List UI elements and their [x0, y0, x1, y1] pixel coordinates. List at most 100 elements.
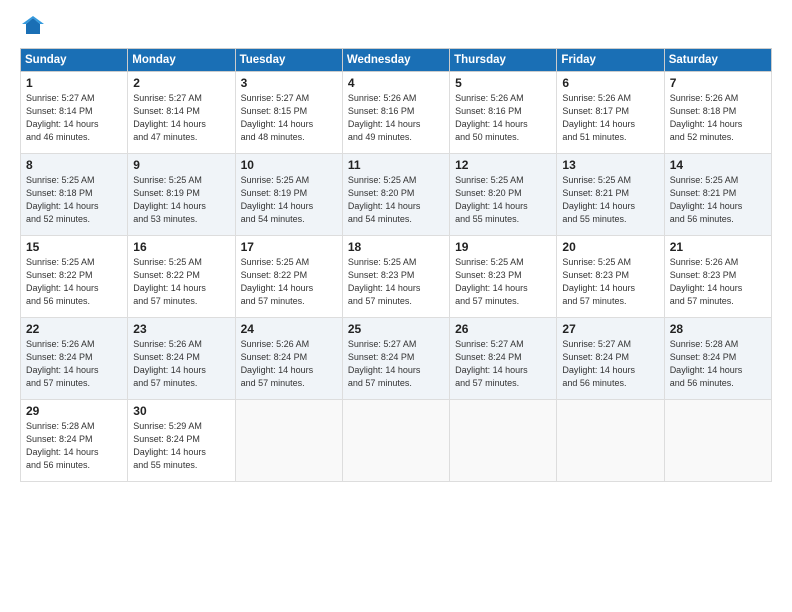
day-info: Sunrise: 5:27 AM Sunset: 8:15 PM Dayligh… — [241, 92, 337, 144]
day-info: Sunrise: 5:25 AM Sunset: 8:23 PM Dayligh… — [562, 256, 658, 308]
day-number: 2 — [133, 76, 229, 90]
day-number: 28 — [670, 322, 766, 336]
day-number: 30 — [133, 404, 229, 418]
day-info: Sunrise: 5:26 AM Sunset: 8:16 PM Dayligh… — [348, 92, 444, 144]
day-info: Sunrise: 5:25 AM Sunset: 8:22 PM Dayligh… — [133, 256, 229, 308]
day-number: 14 — [670, 158, 766, 172]
calendar-cell: 5 Sunrise: 5:26 AM Sunset: 8:16 PM Daylig… — [450, 72, 557, 154]
calendar-cell: 18 Sunrise: 5:25 AM Sunset: 8:23 PM Dayli… — [342, 236, 449, 318]
calendar-cell: 17 Sunrise: 5:25 AM Sunset: 8:22 PM Dayli… — [235, 236, 342, 318]
day-info: Sunrise: 5:26 AM Sunset: 8:16 PM Dayligh… — [455, 92, 551, 144]
calendar-cell — [235, 400, 342, 482]
day-number: 10 — [241, 158, 337, 172]
calendar-cell: 10 Sunrise: 5:25 AM Sunset: 8:19 PM Dayli… — [235, 154, 342, 236]
day-info: Sunrise: 5:25 AM Sunset: 8:20 PM Dayligh… — [455, 174, 551, 226]
weekday-header-monday: Monday — [128, 49, 235, 72]
calendar-cell: 19 Sunrise: 5:25 AM Sunset: 8:23 PM Dayli… — [450, 236, 557, 318]
day-info: Sunrise: 5:27 AM Sunset: 8:14 PM Dayligh… — [26, 92, 122, 144]
day-number: 26 — [455, 322, 551, 336]
weekday-header-tuesday: Tuesday — [235, 49, 342, 72]
calendar-week-5: 29Sunrise: 5:28 AM Sunset: 8:24 PM Dayli… — [21, 400, 772, 482]
day-info: Sunrise: 5:25 AM Sunset: 8:22 PM Dayligh… — [26, 256, 122, 308]
day-info: Sunrise: 5:25 AM Sunset: 8:23 PM Dayligh… — [455, 256, 551, 308]
calendar-cell: 27 Sunrise: 5:27 AM Sunset: 8:24 PM Dayli… — [557, 318, 664, 400]
calendar-week-3: 15 Sunrise: 5:25 AM Sunset: 8:22 PM Dayli… — [21, 236, 772, 318]
calendar-cell: 6Sunrise: 5:26 AM Sunset: 8:17 PM Daylig… — [557, 72, 664, 154]
day-info: Sunrise: 5:25 AM Sunset: 8:21 PM Dayligh… — [670, 174, 766, 226]
day-info: Sunrise: 5:26 AM Sunset: 8:23 PM Dayligh… — [670, 256, 766, 308]
day-info: Sunrise: 5:26 AM Sunset: 8:24 PM Dayligh… — [241, 338, 337, 390]
page: SundayMondayTuesdayWednesdayThursdayFrid… — [0, 0, 792, 612]
day-info: Sunrise: 5:25 AM Sunset: 8:18 PM Dayligh… — [26, 174, 122, 226]
day-number: 24 — [241, 322, 337, 336]
calendar-cell: 16 Sunrise: 5:25 AM Sunset: 8:22 PM Dayli… — [128, 236, 235, 318]
day-number: 4 — [348, 76, 444, 90]
calendar-cell: 4 Sunrise: 5:26 AM Sunset: 8:16 PM Daylig… — [342, 72, 449, 154]
calendar-table: SundayMondayTuesdayWednesdayThursdayFrid… — [20, 48, 772, 482]
weekday-header-row: SundayMondayTuesdayWednesdayThursdayFrid… — [21, 49, 772, 72]
day-info: Sunrise: 5:27 AM Sunset: 8:24 PM Dayligh… — [562, 338, 658, 390]
calendar-cell: 14 Sunrise: 5:25 AM Sunset: 8:21 PM Dayli… — [664, 154, 771, 236]
weekday-header-saturday: Saturday — [664, 49, 771, 72]
day-number: 11 — [348, 158, 444, 172]
logo-icon — [22, 16, 44, 38]
calendar-cell — [342, 400, 449, 482]
day-number: 15 — [26, 240, 122, 254]
calendar-cell: 3Sunrise: 5:27 AM Sunset: 8:15 PM Daylig… — [235, 72, 342, 154]
day-number: 21 — [670, 240, 766, 254]
weekday-header-wednesday: Wednesday — [342, 49, 449, 72]
day-number: 17 — [241, 240, 337, 254]
day-info: Sunrise: 5:25 AM Sunset: 8:20 PM Dayligh… — [348, 174, 444, 226]
calendar-week-4: 22 Sunrise: 5:26 AM Sunset: 8:24 PM Dayli… — [21, 318, 772, 400]
calendar-cell: 28 Sunrise: 5:28 AM Sunset: 8:24 PM Dayli… — [664, 318, 771, 400]
calendar-cell: 11 Sunrise: 5:25 AM Sunset: 8:20 PM Dayli… — [342, 154, 449, 236]
day-number: 9 — [133, 158, 229, 172]
day-info: Sunrise: 5:29 AM Sunset: 8:24 PM Dayligh… — [133, 420, 229, 472]
day-number: 18 — [348, 240, 444, 254]
calendar-cell: 20 Sunrise: 5:25 AM Sunset: 8:23 PM Dayli… — [557, 236, 664, 318]
day-number: 16 — [133, 240, 229, 254]
calendar-cell: 7Sunrise: 5:26 AM Sunset: 8:18 PM Daylig… — [664, 72, 771, 154]
calendar-cell — [557, 400, 664, 482]
day-info: Sunrise: 5:27 AM Sunset: 8:24 PM Dayligh… — [455, 338, 551, 390]
day-info: Sunrise: 5:25 AM Sunset: 8:19 PM Dayligh… — [241, 174, 337, 226]
day-number: 8 — [26, 158, 122, 172]
day-number: 6 — [562, 76, 658, 90]
header — [20, 16, 772, 38]
calendar-cell: 29Sunrise: 5:28 AM Sunset: 8:24 PM Dayli… — [21, 400, 128, 482]
calendar-cell: 2Sunrise: 5:27 AM Sunset: 8:14 PM Daylig… — [128, 72, 235, 154]
calendar-cell: 9 Sunrise: 5:25 AM Sunset: 8:19 PM Daylig… — [128, 154, 235, 236]
calendar-week-1: 1Sunrise: 5:27 AM Sunset: 8:14 PM Daylig… — [21, 72, 772, 154]
day-number: 7 — [670, 76, 766, 90]
day-number: 19 — [455, 240, 551, 254]
day-number: 12 — [455, 158, 551, 172]
day-number: 22 — [26, 322, 122, 336]
logo — [20, 16, 44, 38]
day-info: Sunrise: 5:28 AM Sunset: 8:24 PM Dayligh… — [670, 338, 766, 390]
day-info: Sunrise: 5:25 AM Sunset: 8:22 PM Dayligh… — [241, 256, 337, 308]
calendar-cell: 8 Sunrise: 5:25 AM Sunset: 8:18 PM Daylig… — [21, 154, 128, 236]
day-info: Sunrise: 5:26 AM Sunset: 8:24 PM Dayligh… — [133, 338, 229, 390]
day-info: Sunrise: 5:25 AM Sunset: 8:19 PM Dayligh… — [133, 174, 229, 226]
calendar-cell: 25Sunrise: 5:27 AM Sunset: 8:24 PM Dayli… — [342, 318, 449, 400]
calendar-cell: 22 Sunrise: 5:26 AM Sunset: 8:24 PM Dayli… — [21, 318, 128, 400]
calendar-cell: 30 Sunrise: 5:29 AM Sunset: 8:24 PM Dayli… — [128, 400, 235, 482]
calendar-cell: 13 Sunrise: 5:25 AM Sunset: 8:21 PM Dayli… — [557, 154, 664, 236]
day-number: 23 — [133, 322, 229, 336]
day-number: 25 — [348, 322, 444, 336]
day-info: Sunrise: 5:26 AM Sunset: 8:24 PM Dayligh… — [26, 338, 122, 390]
day-number: 13 — [562, 158, 658, 172]
day-info: Sunrise: 5:25 AM Sunset: 8:23 PM Dayligh… — [348, 256, 444, 308]
day-number: 5 — [455, 76, 551, 90]
day-number: 27 — [562, 322, 658, 336]
calendar-cell — [664, 400, 771, 482]
calendar-cell: 23 Sunrise: 5:26 AM Sunset: 8:24 PM Dayli… — [128, 318, 235, 400]
day-info: Sunrise: 5:25 AM Sunset: 8:21 PM Dayligh… — [562, 174, 658, 226]
calendar-cell — [450, 400, 557, 482]
day-number: 20 — [562, 240, 658, 254]
calendar-cell: 12 Sunrise: 5:25 AM Sunset: 8:20 PM Dayli… — [450, 154, 557, 236]
calendar-cell: 15 Sunrise: 5:25 AM Sunset: 8:22 PM Dayli… — [21, 236, 128, 318]
calendar-week-2: 8 Sunrise: 5:25 AM Sunset: 8:18 PM Daylig… — [21, 154, 772, 236]
calendar-cell: 24 Sunrise: 5:26 AM Sunset: 8:24 PM Dayli… — [235, 318, 342, 400]
calendar-cell: 1Sunrise: 5:27 AM Sunset: 8:14 PM Daylig… — [21, 72, 128, 154]
